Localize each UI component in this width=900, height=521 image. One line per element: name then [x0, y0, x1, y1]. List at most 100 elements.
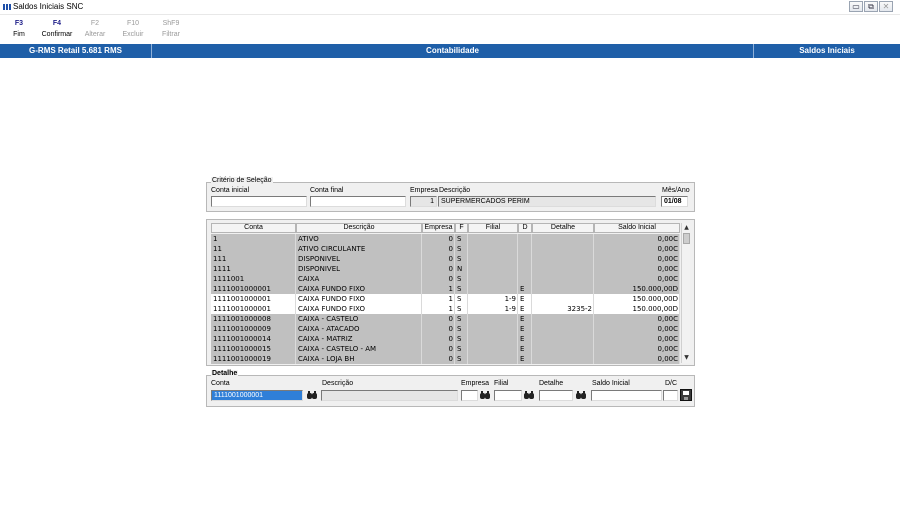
window-title: Saldos Iniciais SNC: [13, 2, 84, 11]
cell-saldo: 0,00C: [594, 254, 680, 264]
cell-descricao: CAIXA FUNDO FIXO: [296, 304, 422, 314]
col-d-header[interactable]: D: [518, 223, 532, 233]
cell-d: [518, 234, 532, 244]
col-detalhe-header[interactable]: Detalhe: [532, 223, 594, 233]
cell-saldo: 150.000,00D: [594, 304, 680, 314]
table-row[interactable]: 1111001000008 CAIXA - CASTELO 0 S E 0,00C: [211, 314, 680, 324]
criteria-legend: Critério de Seleção: [211, 177, 273, 184]
grid-scrollbar[interactable]: ▲ ▼: [681, 223, 690, 363]
cell-f: S: [455, 354, 468, 364]
confirmar-button[interactable]: F4 Confirmar: [38, 18, 76, 40]
cell-detalhe: [532, 294, 594, 304]
scroll-down-icon[interactable]: ▼: [682, 353, 691, 362]
table-row[interactable]: 1111001000014 CAIXA - MATRIZ 0 S E 0,00C: [211, 334, 680, 344]
detail-filial-label: Filial: [494, 380, 509, 387]
cell-empresa: 1: [422, 304, 455, 314]
conta-final-input[interactable]: [310, 196, 406, 207]
alterar-key: F2: [90, 20, 100, 27]
floppy-disk-icon[interactable]: [680, 389, 692, 401]
detail-detalhe-input[interactable]: [539, 390, 573, 401]
detail-conta-input[interactable]: 1111001000001: [211, 390, 303, 401]
binoculars-icon[interactable]: [575, 390, 587, 401]
table-row[interactable]: 1111001000015 CAIXA - CASTELO - AM 0 S E 0,00…: [211, 344, 680, 354]
cell-detalhe: [532, 254, 594, 264]
cell-d: [518, 254, 532, 264]
cell-f: S: [455, 274, 468, 284]
cell-conta: 1111001000001: [211, 284, 296, 294]
fim-button[interactable]: F3 Fim: [8, 18, 30, 40]
cell-d: E: [518, 304, 532, 314]
alterar-button[interactable]: F2 Alterar: [82, 18, 108, 40]
scroll-up-icon[interactable]: ▲: [682, 223, 691, 232]
cell-conta: 1111001000008: [211, 314, 296, 324]
table-row[interactable]: 1 ATIVO 0 S 0,00C: [211, 234, 680, 244]
table-row[interactable]: 1111001000019 CAIXA - LOJA BH 0 S E 0,00C: [211, 354, 680, 364]
cell-f: S: [455, 314, 468, 324]
minimize-button[interactable]: ▭: [849, 1, 863, 12]
filtrar-key: ShF9: [162, 20, 180, 27]
table-row[interactable]: 1111001000001 CAIXA FUNDO FIXO 1 S 1-9 E 150.0…: [211, 294, 680, 304]
cell-empresa: 0: [422, 354, 455, 364]
cell-saldo: 0,00C: [594, 244, 680, 254]
detail-descricao-label: Descrição: [322, 380, 354, 387]
fim-label: Fim: [13, 31, 25, 38]
cell-descricao: CAIXA: [296, 274, 422, 284]
table-row[interactable]: 1111001 CAIXA 0 S 0,00C: [211, 274, 680, 284]
cell-descricao: ATIVO CIRCULANTE: [296, 244, 422, 254]
cell-f: S: [455, 324, 468, 334]
title-bar: Saldos Iniciais SNC ▭ ⧉ ✕: [0, 0, 900, 15]
conta-inicial-input[interactable]: [211, 196, 307, 207]
detail-filial-input[interactable]: [494, 390, 522, 401]
cell-detalhe: [532, 264, 594, 274]
cell-saldo: 150.000,00D: [594, 284, 680, 294]
mes-ano-input[interactable]: 01/08: [661, 196, 688, 207]
cell-conta: 1111001: [211, 274, 296, 284]
mes-ano-label: Mês/Ano: [662, 187, 690, 194]
detail-dc-input[interactable]: [663, 390, 678, 401]
cell-saldo: 0,00C: [594, 334, 680, 344]
cell-detalhe: [532, 234, 594, 244]
cell-d: E: [518, 294, 532, 304]
cell-saldo: 0,00C: [594, 354, 680, 364]
binoculars-icon[interactable]: [479, 390, 491, 401]
cell-descricao: CAIXA - CASTELO - AM: [296, 344, 422, 354]
table-row[interactable]: 1111001000009 CAIXA - ATACADO 0 S E 0,00C: [211, 324, 680, 334]
empresa-descricao-field: SUPERMERCADOS PERIM: [438, 196, 656, 207]
col-empresa-header[interactable]: Empresa: [422, 223, 455, 233]
cell-empresa: 0: [422, 264, 455, 274]
close-button[interactable]: ✕: [879, 1, 893, 12]
col-filial-header[interactable]: Filial: [468, 223, 518, 233]
detail-empresa-input[interactable]: [461, 390, 478, 401]
table-row[interactable]: 111 DISPONIVEL 0 S 0,00C: [211, 254, 680, 264]
cell-f: S: [455, 344, 468, 354]
detail-detalhe-label: Detalhe: [539, 380, 564, 387]
table-row[interactable]: 1111001000001 CAIXA FUNDO FIXO 1 S 1-9 E 3235-…: [211, 304, 680, 314]
cell-saldo: 0,00C: [594, 274, 680, 284]
excluir-button[interactable]: F10 Excluir: [120, 18, 146, 40]
cell-detalhe: [532, 334, 594, 344]
col-f-header[interactable]: F: [455, 223, 468, 233]
cell-filial: [468, 264, 518, 274]
cell-descricao: CAIXA - LOJA BH: [296, 354, 422, 364]
filtrar-button[interactable]: ShF9 Filtrar: [158, 18, 184, 40]
detail-saldo-input[interactable]: [591, 390, 662, 401]
cell-f: S: [455, 234, 468, 244]
col-saldo-header[interactable]: Saldo Inicial: [594, 223, 680, 233]
cell-d: E: [518, 314, 532, 324]
binoculars-icon[interactable]: [306, 390, 318, 401]
cell-descricao: CAIXA FUNDO FIXO: [296, 294, 422, 304]
col-conta-header[interactable]: Conta: [211, 223, 296, 233]
scroll-thumb[interactable]: [683, 233, 690, 244]
cell-empresa: 0: [422, 234, 455, 244]
cell-detalhe: 3235-2: [532, 304, 594, 314]
table-row[interactable]: 1111 DISPONIVEL 0 N 0,00C: [211, 264, 680, 274]
table-row[interactable]: 1111001000001 CAIXA FUNDO FIXO 1 S E 150.000,…: [211, 284, 680, 294]
col-descricao-header[interactable]: Descrição: [296, 223, 422, 233]
cell-conta: 1111001000019: [211, 354, 296, 364]
table-row[interactable]: 11 ATIVO CIRCULANTE 0 S 0,00C: [211, 244, 680, 254]
confirmar-key: F4: [52, 20, 62, 27]
binoculars-icon[interactable]: [523, 390, 535, 401]
cell-empresa: 0: [422, 314, 455, 324]
cell-conta: 1111001000014: [211, 334, 296, 344]
restore-button[interactable]: ⧉: [864, 1, 878, 12]
